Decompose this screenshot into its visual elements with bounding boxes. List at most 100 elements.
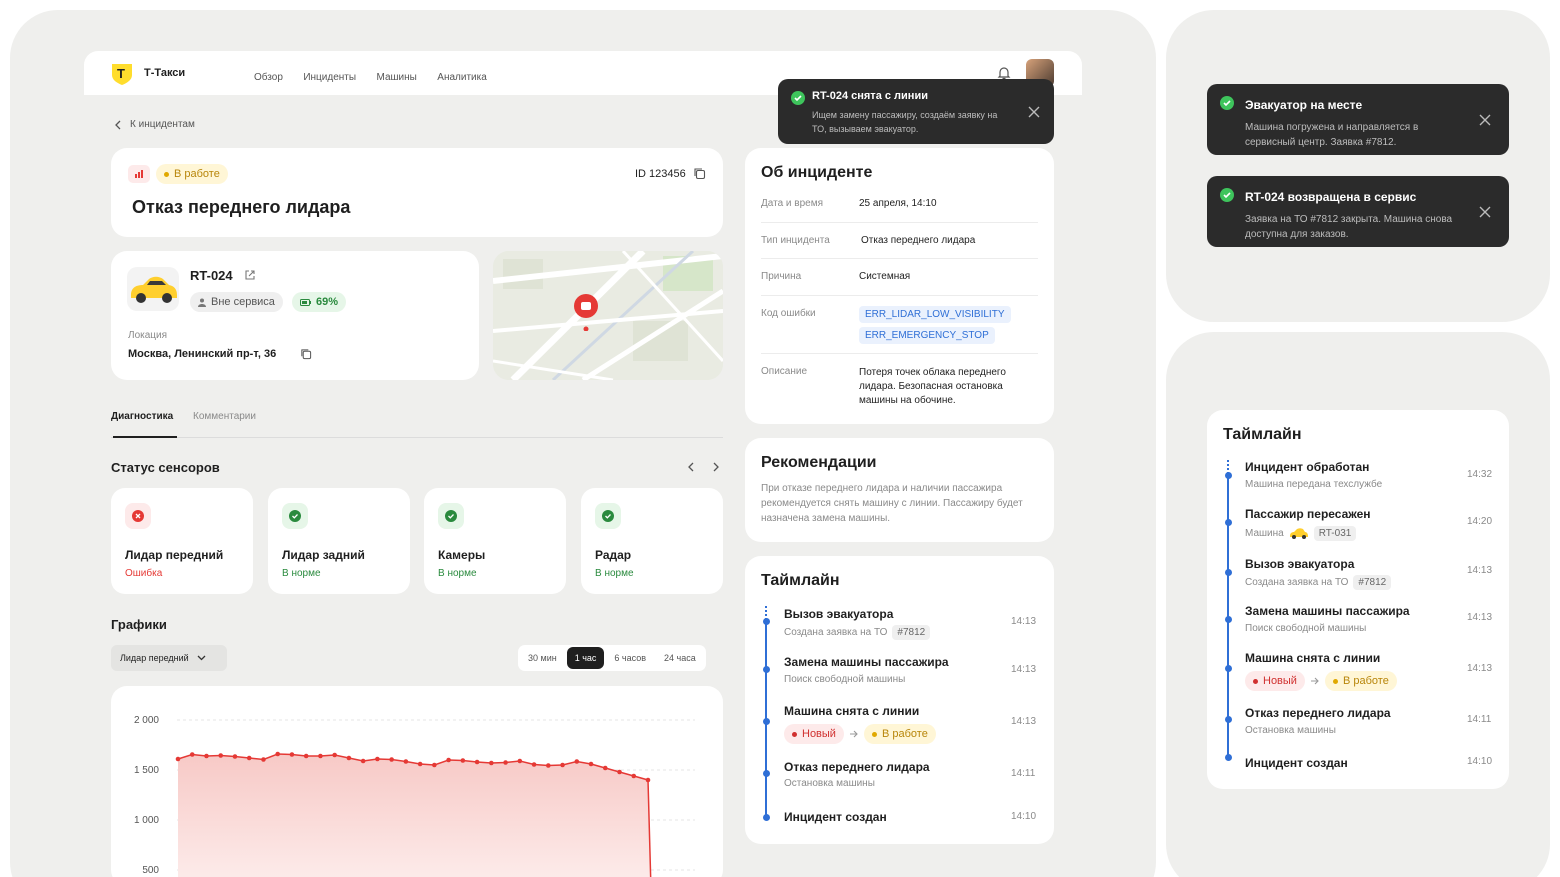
check-circle-icon <box>1220 96 1234 110</box>
brand-logo[interactable]: T <box>110 62 134 86</box>
range-6h[interactable]: 6 часов <box>606 647 654 669</box>
external-link-icon[interactable] <box>244 269 256 281</box>
sensor-ok-icon <box>282 503 308 529</box>
timeline-item-sub-text: Остановка машины <box>784 778 875 789</box>
sensor-card-cameras[interactable]: Камеры В норме <box>424 488 566 594</box>
person-icon <box>198 298 206 307</box>
copy-icon[interactable] <box>300 348 312 360</box>
chevron-right-icon[interactable] <box>711 462 721 472</box>
check-circle-icon <box>1220 188 1234 202</box>
timeline-item-title: Пассажир пересажен <box>1245 507 1371 521</box>
chart-point[interactable] <box>246 755 252 761</box>
chart-point[interactable] <box>389 757 394 762</box>
sensor-ok-icon <box>438 503 464 529</box>
chart-point[interactable] <box>531 762 537 767</box>
sensor-card-radar[interactable]: Радар В норме <box>581 488 723 594</box>
range-1h[interactable]: 1 час <box>566 647 605 669</box>
divider <box>761 295 1038 296</box>
timeline-time: 14:10 <box>1011 811 1037 822</box>
status-dot-icon <box>1253 678 1258 684</box>
check-circle-icon <box>791 91 805 105</box>
range-30min[interactable]: 30 мин <box>520 647 565 669</box>
chart-point[interactable] <box>432 762 437 768</box>
chart-point[interactable] <box>489 760 494 766</box>
toast-tow-arrived: Эвакуатор на месте Машина погружена и на… <box>1207 84 1509 155</box>
close-icon[interactable] <box>1479 114 1491 126</box>
copy-icon[interactable] <box>693 167 706 180</box>
chart-point[interactable] <box>460 758 466 763</box>
chart-sensor-select[interactable]: Лидар передний <box>111 645 227 671</box>
chart-point[interactable] <box>332 752 337 758</box>
chart-point[interactable] <box>346 755 352 761</box>
chart-point[interactable] <box>560 762 565 768</box>
chevron-left-icon[interactable] <box>686 462 696 472</box>
chart-point[interactable] <box>588 761 594 767</box>
chart-point[interactable] <box>218 753 224 758</box>
timeline-item-sub: Поиск свободной машины <box>784 674 905 685</box>
sensor-card-front-lidar[interactable]: Лидар передний Ошибка <box>111 488 253 594</box>
sensors-title: Статус сенсоров <box>111 460 220 475</box>
ticket-tag[interactable]: #7812 <box>892 625 931 640</box>
incident-status-badge: В работе <box>156 164 228 184</box>
divider <box>761 222 1038 223</box>
chart-point[interactable] <box>303 753 309 759</box>
status-to-badge: В работе <box>1324 671 1397 691</box>
chart-point[interactable] <box>503 760 508 765</box>
sensor-card-rear-lidar[interactable]: Лидар задний В норме <box>268 488 410 594</box>
chart-point[interactable] <box>602 765 608 771</box>
close-icon[interactable] <box>1028 106 1040 118</box>
timeline-title: Таймлайн <box>761 572 840 589</box>
chart-point[interactable] <box>546 763 551 768</box>
car-tag[interactable]: RT-031 <box>1313 526 1357 541</box>
main-nav: Обзор Инциденты Машины Аналитика <box>254 67 503 85</box>
chart-point[interactable] <box>318 753 323 759</box>
chart-point[interactable] <box>517 758 523 764</box>
tab-diagnostics[interactable]: Диагностика <box>111 411 173 422</box>
sensor-name: Камеры <box>438 548 486 562</box>
error-code[interactable]: ERR_EMERGENCY_STOP <box>859 327 995 344</box>
map-view[interactable] <box>493 251 723 380</box>
chart-point[interactable] <box>645 777 651 783</box>
chart-point[interactable] <box>289 752 295 757</box>
nav-overview[interactable]: Обзор <box>254 72 283 83</box>
toast-text: Машина погружена и направляется в сервис… <box>1245 122 1419 148</box>
nav-cars[interactable]: Машины <box>377 72 417 83</box>
chart-point[interactable] <box>189 752 195 757</box>
toast-text: Ищем замену пассажиру, создаём заявку на… <box>812 110 998 134</box>
chart-y-tick-label: 2 000 <box>134 715 159 726</box>
chart-point[interactable] <box>446 757 451 763</box>
chart-point[interactable] <box>261 757 266 762</box>
map-card[interactable] <box>493 251 723 380</box>
car-icon <box>1289 528 1308 539</box>
ticket-tag[interactable]: #7812 <box>1353 575 1392 590</box>
timeline-time: 14:13 <box>1467 565 1493 576</box>
tab-comments[interactable]: Комментарии <box>193 411 256 422</box>
chart-point[interactable] <box>275 751 280 757</box>
recommendations-text: При отказе переднего лидара и наличии па… <box>761 483 1023 524</box>
chart-point[interactable] <box>417 761 423 767</box>
chart-point[interactable] <box>574 759 580 764</box>
chart-point[interactable] <box>617 769 622 775</box>
chart-point[interactable] <box>232 754 238 759</box>
about-card: Об инциденте Дата и время 25 апреля, 14:… <box>745 148 1054 424</box>
chart-point[interactable] <box>204 753 209 759</box>
chart-point[interactable] <box>375 756 380 762</box>
chart-point[interactable] <box>175 756 181 762</box>
chart-point[interactable] <box>631 773 637 779</box>
recommendations-title: Рекомендации <box>761 454 877 471</box>
close-icon[interactable] <box>1479 206 1491 218</box>
timeline-item-title: Вызов эвакуатора <box>1245 557 1355 571</box>
nav-analytics[interactable]: Аналитика <box>437 72 487 83</box>
status-dot-icon <box>871 731 877 737</box>
chart-card: 2 000 1 500 1 000 500 <box>111 686 723 877</box>
back-link[interactable]: К инцидентам <box>114 119 195 130</box>
chart-point[interactable] <box>403 759 409 764</box>
nav-incidents[interactable]: Инциденты <box>303 72 356 83</box>
error-code[interactable]: ERR_LIDAR_LOW_VISIBILITY <box>859 306 1011 323</box>
chart-point[interactable] <box>474 759 480 765</box>
range-24h[interactable]: 24 часа <box>656 647 704 669</box>
timeline-time: 14:13 <box>1011 616 1037 627</box>
timeline-item-sub: Машина передана техслужбе <box>1245 479 1382 490</box>
chart-point[interactable] <box>360 758 366 764</box>
chevron-down-icon <box>197 655 206 661</box>
